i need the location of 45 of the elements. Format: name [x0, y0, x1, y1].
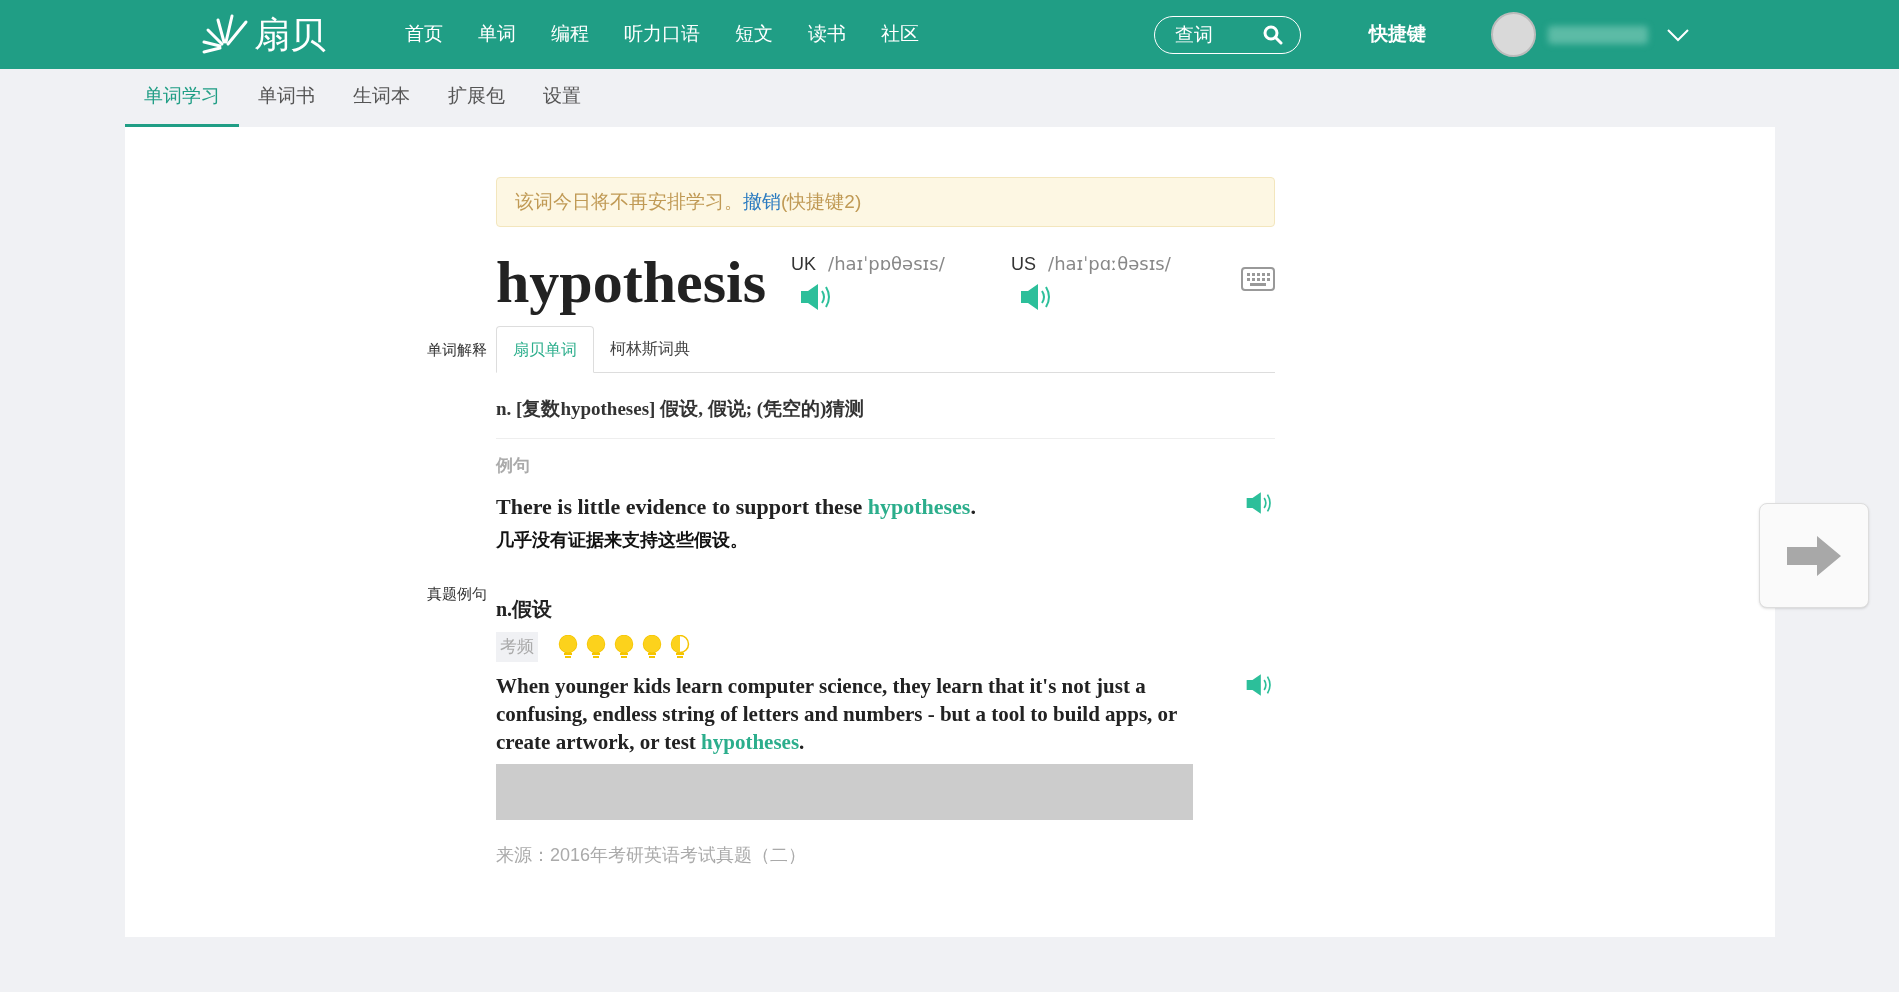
bulb-icon [642, 634, 662, 659]
arrow-right-icon [1787, 535, 1841, 576]
bulb-icon [670, 634, 690, 659]
next-button[interactable] [1759, 503, 1869, 608]
subnav-tab[interactable]: 扩展包 [429, 69, 524, 127]
dictionary-tab[interactable]: 扇贝单词 [496, 326, 594, 373]
logo-text[interactable]: 扇贝 [254, 16, 326, 53]
definition-text: n. [复数hypotheses] 假设, 假说; (凭空的)猜测 [496, 395, 1275, 439]
region-label: US [1011, 253, 1037, 276]
section-label: 真题例句 [427, 585, 487, 602]
exam-sentence: When younger kids learn computer science, they learn that it's not just a confusing, endless string of letters and numbers - but a tool to build apps, or create artwork, or test hypotheses. [496, 672, 1179, 756]
example-translation: 几乎没有证据来支持这些假设。 [496, 529, 749, 552]
nav-link[interactable]: 短文 [735, 20, 773, 49]
bulb-icon [614, 634, 634, 659]
dictionary-tab[interactable]: 柯林斯词典 [594, 326, 706, 372]
section-label: 单词解释 [427, 341, 487, 358]
search-field[interactable]: 查词 [1154, 15, 1301, 54]
nav-link[interactable]: 听力口语 [624, 20, 700, 49]
nav-link[interactable]: 读书 [808, 20, 846, 49]
example-heading: 例句 [496, 454, 531, 477]
sense-text: n.假设 [496, 597, 554, 622]
subnav-tab[interactable]: 设置 [524, 69, 600, 127]
notice-text: 该词今日将不再安排学习。 [515, 189, 743, 214]
nav-link[interactable]: 单词 [478, 20, 516, 49]
source-text: 来源：2016年考研英语考试真题（二） [496, 843, 808, 867]
shortcut-hint: (快捷键2) [781, 189, 862, 214]
bulb-icon [586, 634, 606, 659]
example-sentence: There is little evidence to support these hypotheses. [496, 493, 976, 521]
subnav-tab[interactable]: 单词书 [239, 69, 334, 127]
phonetic-text: /haɪˈpɑːθəsɪs/ [1048, 252, 1171, 276]
undo-link[interactable]: 撤销 [743, 187, 781, 217]
search-icon[interactable] [1263, 24, 1283, 45]
keyboard-icon[interactable] [1241, 267, 1275, 291]
subnav-tab[interactable]: 生词本 [334, 69, 429, 127]
shortcuts-link[interactable]: 快捷键 [1369, 20, 1426, 49]
nav-link[interactable]: 首页 [405, 20, 443, 49]
chevron-down-icon[interactable] [1666, 27, 1690, 42]
phonetic-text: /haɪˈpɒθəsɪs/ [828, 252, 945, 276]
word-title: hypothesis [496, 249, 767, 315]
nav-link[interactable]: 社区 [881, 20, 919, 49]
nav-link[interactable]: 编程 [551, 20, 589, 49]
region-label: UK [791, 253, 817, 276]
frequency-label: 考频 [496, 632, 538, 662]
avatar[interactable] [1491, 12, 1536, 57]
bulb-icon [558, 634, 578, 659]
